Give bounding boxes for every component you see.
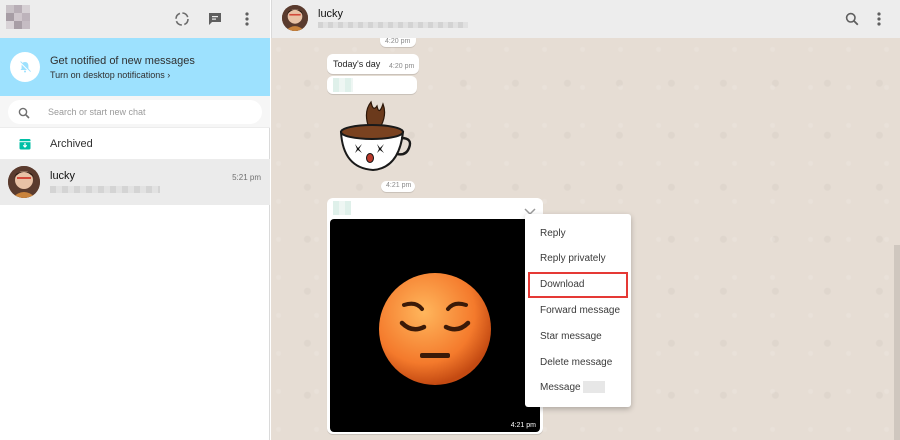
archived-row[interactable]: Archived (0, 128, 270, 160)
notification-title: Get notified of new messages (50, 55, 195, 67)
contact-avatar-header[interactable] (282, 5, 308, 31)
image-attachment[interactable]: 4:21 pm (330, 219, 540, 432)
menu-item-reply-privately[interactable]: Reply privately (525, 246, 631, 272)
pensive-face-emoji (379, 273, 491, 385)
search-icon[interactable] (18, 106, 30, 124)
message-bubble-redacted[interactable] (327, 76, 417, 94)
menu-item-message-label: Message (540, 382, 581, 393)
conversation-panel: lucky 4:20 pm Today's day 4:20 pm 4:21 p… (271, 0, 900, 440)
scrollbar[interactable] (894, 245, 900, 440)
contact-status-redacted (318, 22, 468, 28)
sidebar-header (0, 0, 270, 38)
contact-name[interactable]: lucky (318, 8, 343, 20)
image-message-bubble[interactable]: 4:21 pm (327, 198, 543, 434)
archived-label: Archived (50, 138, 93, 150)
redacted-content (582, 381, 605, 394)
menu-item-delete-message[interactable]: Delete message (525, 350, 631, 376)
chat-preview-redacted (50, 186, 160, 193)
notification-banner[interactable]: Get notified of new messages Turn on des… (0, 38, 270, 96)
image-time: 4:21 pm (510, 422, 536, 429)
sticker-coffee-cup[interactable] (333, 98, 413, 174)
conversation-header: lucky (271, 0, 900, 38)
menu-item-star-message[interactable]: Star message (525, 324, 631, 350)
menu-item-forward-message[interactable]: Forward message (525, 298, 631, 324)
message-time: 4:20 pm (385, 38, 411, 45)
my-avatar[interactable] (6, 5, 36, 33)
contact-avatar (8, 166, 40, 198)
menu-dots-icon[interactable] (237, 9, 257, 29)
redacted-content (333, 201, 351, 215)
message-bubble[interactable]: 4:20 pm (380, 38, 416, 47)
sticker-time-pill: 4:21 pm (381, 181, 415, 192)
status-icon[interactable] (172, 9, 192, 29)
notification-subtitle-link[interactable]: Turn on desktop notifications › (50, 70, 170, 80)
menu-item-download[interactable]: Download (528, 272, 628, 298)
search-input[interactable] (48, 104, 248, 120)
archive-icon (18, 137, 32, 156)
menu-item-reply[interactable]: Reply (525, 221, 631, 247)
message-time: 4:21 pm (386, 182, 412, 189)
search-bar (0, 96, 270, 128)
message-text: Today's day (333, 59, 381, 69)
search-icon[interactable] (842, 9, 862, 29)
message-bubble[interactable]: Today's day 4:20 pm (327, 54, 419, 74)
message-context-menu: Reply Reply privately Download Forward m… (525, 214, 631, 407)
menu-item-message[interactable]: Message (525, 375, 631, 401)
chat-name: lucky (50, 170, 76, 182)
menu-dots-icon[interactable] (869, 9, 889, 29)
new-chat-icon[interactable] (205, 9, 225, 29)
whatsapp-web-app: Get notified of new messages Turn on des… (0, 0, 900, 440)
chat-list-item[interactable]: lucky 5:21 pm (0, 160, 270, 205)
message-time: 4:20 pm (389, 63, 415, 70)
sidebar: Get notified of new messages Turn on des… (0, 0, 270, 440)
redacted-content (333, 78, 353, 92)
search-box (8, 100, 262, 124)
chat-time: 5:21 pm (232, 173, 261, 182)
notification-bell-off-icon (10, 52, 40, 82)
